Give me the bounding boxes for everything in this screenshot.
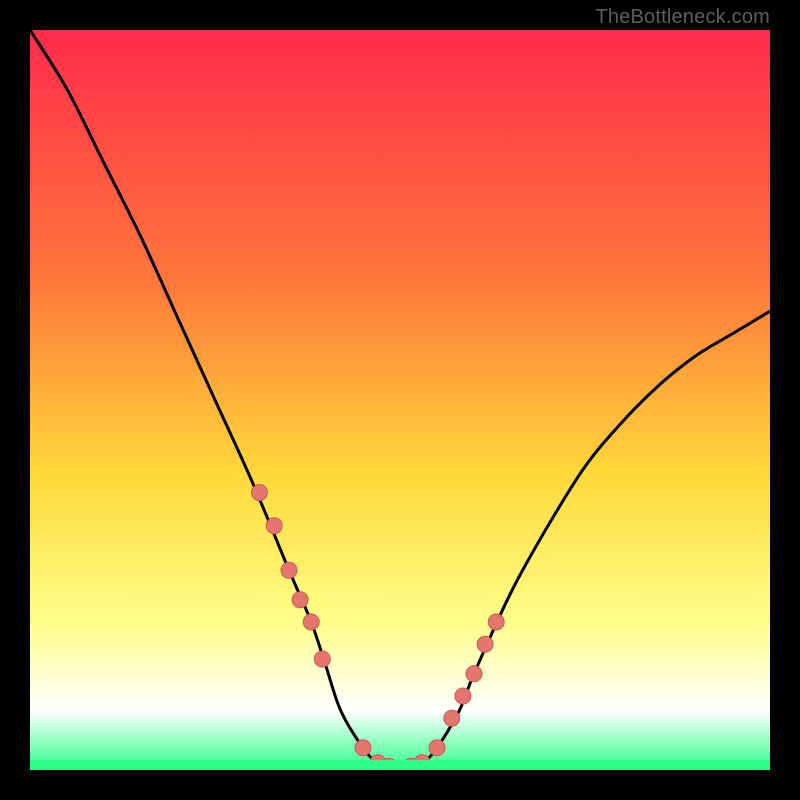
curve-marker xyxy=(266,518,282,534)
curve-marker xyxy=(488,614,504,630)
curve-marker xyxy=(251,485,267,501)
plot-frame xyxy=(30,30,770,770)
curve-marker xyxy=(477,636,493,652)
gradient-background xyxy=(30,30,770,770)
attribution-label: TheBottleneck.com xyxy=(595,6,770,29)
curve-marker xyxy=(455,688,471,704)
curve-marker xyxy=(466,666,482,682)
curve-marker xyxy=(429,740,445,756)
curve-marker xyxy=(444,710,460,726)
green-band xyxy=(30,760,770,770)
curve-marker xyxy=(355,740,371,756)
curve-marker xyxy=(303,614,319,630)
plot-svg xyxy=(30,30,770,770)
curve-marker xyxy=(314,651,330,667)
curve-marker xyxy=(281,562,297,578)
curve-marker xyxy=(292,592,308,608)
